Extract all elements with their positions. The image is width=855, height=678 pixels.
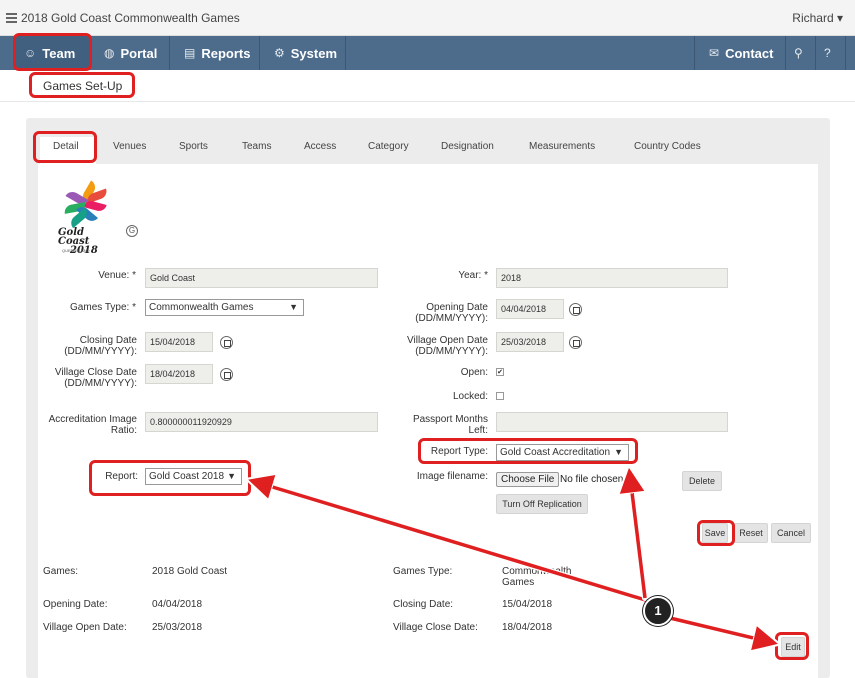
logo-mark (63, 180, 112, 229)
nav-portal[interactable]: ◍ Portal (90, 36, 170, 70)
games-type-label: Games Type: * (70, 302, 136, 313)
search-icon[interactable]: ⚲ (786, 36, 816, 70)
cancel-button[interactable]: Cancel (771, 523, 811, 543)
passport-months-input[interactable] (496, 412, 728, 432)
year-input[interactable]: 2018 (496, 268, 728, 288)
edit-button[interactable]: Edit (781, 637, 805, 657)
report-value: Gold Coast 2018 (149, 471, 225, 482)
subnav-games-setup[interactable]: Games Set-Up (43, 79, 122, 93)
report-select[interactable]: Gold Coast 2018 ▼ (145, 468, 242, 485)
reset-button[interactable]: Reset (734, 523, 768, 543)
tab-country-codes[interactable]: Country Codes (634, 141, 701, 152)
calendar-icon[interactable] (220, 336, 233, 349)
calendar-icon[interactable] (569, 303, 582, 316)
village-close-label: Village Close Date (DD/MM/YYYY): (54, 367, 137, 389)
team-icon: ☺ (24, 46, 37, 60)
closing-date-input[interactable]: 15/04/2018 (145, 332, 213, 352)
year-label: Year: * (458, 270, 488, 281)
title-bar: 2018 Gold Coast Commonwealth Games Richa… (0, 0, 855, 36)
summary-games-label: Games: (43, 566, 79, 577)
summary-village-close-value: 18/04/2018 (502, 622, 553, 633)
choose-file-button[interactable]: Choose File (496, 472, 560, 487)
summary-village-open-value: 25/03/2018 (152, 622, 203, 633)
open-checkbox[interactable]: ✔ (496, 368, 504, 376)
calendar-icon[interactable] (569, 336, 582, 349)
main-navbar: ☺ Team ◍ Portal ▤ Reports ⚙ System ✉ Con… (0, 36, 855, 70)
dropdown-arrow-icon: ▼ (289, 302, 298, 312)
summary-opening-value: 04/04/2018 (152, 599, 203, 610)
tab-category[interactable]: Category (368, 141, 409, 152)
nav-reports-label: Reports (201, 45, 251, 61)
tab-access[interactable]: Access (304, 141, 336, 152)
refresh-logo-icon[interactable]: G (126, 225, 138, 237)
summary-games-type-value: Commonwealth Games (502, 566, 572, 588)
locked-checkbox[interactable] (496, 392, 504, 400)
no-file-text: No file chosen (560, 474, 624, 485)
passport-months-label: Passport Months Left: (412, 414, 488, 436)
report-type-select[interactable]: Gold Coast Accreditation ▼ (496, 444, 629, 461)
help-icon[interactable]: ? (816, 36, 846, 70)
tab-venues[interactable]: Venues (113, 141, 146, 152)
calendar-icon[interactable] (220, 368, 233, 381)
window-title: 2018 Gold Coast Commonwealth Games (21, 11, 240, 25)
closing-date-label: Closing Date (DD/MM/YYYY): (64, 335, 137, 357)
venue-label: Venue: * (98, 270, 136, 281)
nav-team-label: Team (42, 45, 76, 61)
tab-detail[interactable]: Detail (40, 137, 96, 167)
report-type-value: Gold Coast Accreditation (500, 447, 611, 458)
tab-designation[interactable]: Designation (441, 141, 494, 152)
settings-panel: Detail Venues Sports Teams Access Catego… (26, 118, 830, 678)
save-button[interactable]: Save (702, 523, 728, 543)
nav-system[interactable]: ⚙ System (260, 36, 346, 70)
sub-navbar: Games Set-Up (0, 70, 855, 102)
games-logo: Gold Coast 2018 QUEENSLAND (58, 180, 114, 262)
games-type-value: Commonwealth Games (149, 302, 254, 313)
open-label: Open: (460, 367, 488, 378)
nav-portal-label: Portal (120, 45, 158, 61)
globe-icon: ◍ (104, 46, 115, 60)
summary-games-value: 2018 Gold Coast (152, 566, 228, 577)
delete-button[interactable]: Delete (682, 471, 722, 491)
nav-team[interactable]: ☺ Team (14, 36, 90, 70)
envelope-icon: ✉ (709, 46, 720, 60)
tab-bar: Detail Venues Sports Teams Access Catego… (26, 132, 830, 167)
accreditation-ratio-label: Accreditation Image Ratio: (48, 414, 137, 436)
accreditation-ratio-input[interactable]: 0.800000011920929 (145, 412, 378, 432)
village-open-input[interactable]: 25/03/2018 (496, 332, 564, 352)
summary-closing-value: 15/04/2018 (502, 599, 553, 610)
logo-subtext: QUEENSLAND (62, 248, 90, 253)
reports-icon: ▤ (184, 46, 196, 60)
image-filename-label: Image filename: (416, 471, 488, 482)
nav-contact-label: Contact (725, 45, 774, 61)
summary-games-type-label: Games Type: (393, 566, 453, 577)
summary-village-open-label: Village Open Date: (43, 622, 127, 633)
summary-village-close-label: Village Close Date: (393, 622, 478, 633)
gear-icon: ⚙ (274, 46, 285, 60)
user-menu[interactable]: Richard ▾ (792, 11, 843, 25)
opening-date-label: Opening Date (DD/MM/YYYY): (415, 302, 488, 324)
report-label: Report: (105, 471, 138, 482)
opening-date-input[interactable]: 04/04/2018 (496, 299, 564, 319)
dropdown-arrow-icon: ▼ (614, 447, 623, 457)
tab-teams[interactable]: Teams (242, 141, 271, 152)
menu-icon[interactable] (6, 13, 17, 23)
village-close-input[interactable]: 18/04/2018 (145, 364, 213, 384)
venue-input[interactable]: Gold Coast (145, 268, 378, 288)
dropdown-arrow-icon: ▼ (227, 471, 236, 481)
report-type-label: Report Type: (430, 446, 488, 457)
tab-sports[interactable]: Sports (179, 141, 208, 152)
locked-label: Locked: (452, 391, 488, 402)
nav-contact[interactable]: ✉ Contact (694, 36, 786, 70)
summary-opening-label: Opening Date: (43, 599, 108, 610)
nav-system-label: System (290, 45, 338, 61)
nav-reports[interactable]: ▤ Reports (170, 36, 260, 70)
village-open-label: Village Open Date (DD/MM/YYYY): (407, 335, 488, 357)
summary-closing-label: Closing Date: (393, 599, 454, 610)
games-type-select[interactable]: Commonwealth Games ▼ (145, 299, 304, 316)
tab-measurements[interactable]: Measurements (529, 141, 595, 152)
step-number-badge: 1 (643, 596, 673, 626)
turn-off-replication-button[interactable]: Turn Off Replication (496, 494, 588, 514)
